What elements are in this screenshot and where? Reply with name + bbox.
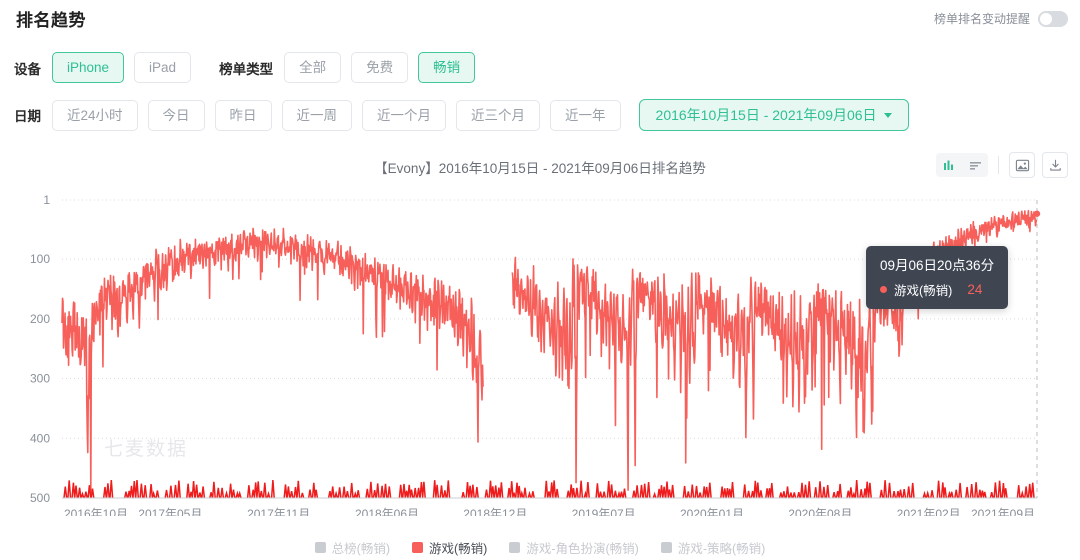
hovered-data-point bbox=[1033, 210, 1041, 217]
legend-swatch bbox=[412, 542, 423, 553]
device-option-ipad[interactable]: iPad bbox=[134, 52, 192, 83]
legend-item-games-rpg-grossing[interactable]: 游戏-角色扮演(畅销) bbox=[509, 538, 639, 557]
chart-legend: 总榜(畅销) 游戏(畅销) 游戏-角色扮演(畅销) 游戏-策略(畅销) bbox=[0, 538, 1080, 557]
x-axis-tick: 2018年12月 bbox=[463, 507, 527, 516]
legend-swatch bbox=[509, 542, 521, 553]
legend-label: 总榜(畅销) bbox=[331, 542, 390, 556]
date-option-last-3-months[interactable]: 近三个月 bbox=[456, 99, 541, 131]
x-axis-tick: 2021年09月 bbox=[971, 507, 1035, 516]
date-range-picker[interactable]: 2016年10月15日 - 2021年09月06日 bbox=[638, 99, 909, 131]
x-axis-tick: 2021年02月 bbox=[897, 507, 961, 516]
y-axis-tick: 400 bbox=[30, 431, 50, 445]
list-type-label: 榜单类型 bbox=[219, 61, 274, 77]
date-label: 日期 bbox=[14, 109, 41, 124]
legend-item-games-strategy-grossing[interactable]: 游戏-策略(畅销) bbox=[660, 538, 766, 557]
x-axis-tick: 2020年08月 bbox=[788, 507, 852, 516]
x-axis-tick: 2019年07月 bbox=[572, 507, 636, 516]
chevron-down-icon bbox=[883, 113, 892, 118]
chart-tooltip: 09月06日20点36分 游戏(畅销) 24 bbox=[866, 246, 1009, 309]
tooltip-series-dot bbox=[880, 286, 887, 293]
tooltip-series-row: 游戏(畅销) 24 bbox=[880, 280, 994, 299]
rank-trend-chart[interactable]: 1 100 200 300 400 500 2016年10月 2017年05月 2017年11月… bbox=[0, 186, 1080, 521]
off-chart-rank-markers bbox=[63, 479, 1035, 499]
date-option-yesterday[interactable]: 昨日 bbox=[214, 99, 272, 131]
watermark: 七麦数据 bbox=[104, 439, 189, 460]
x-axis-tick: 2018年06月 bbox=[355, 507, 419, 516]
chart-view-segmented-control bbox=[936, 153, 988, 177]
legend-item-total-grossing[interactable]: 总榜(畅销) bbox=[314, 538, 390, 557]
legend-swatch bbox=[314, 542, 326, 553]
legend-label: 游戏(畅销) bbox=[429, 542, 488, 556]
rank-alert-label: 榜单排名变动提醒 bbox=[933, 12, 1030, 26]
rank-alert-control: 榜单排名变动提醒 bbox=[934, 10, 1068, 27]
tooltip-series-name: 游戏(畅销) bbox=[894, 284, 953, 298]
y-axis-tick: 1 bbox=[43, 193, 50, 207]
legend-item-games-grossing[interactable]: 游戏(畅销) bbox=[412, 538, 487, 557]
y-axis-tick: 100 bbox=[30, 252, 50, 266]
date-option-last-month[interactable]: 近一个月 bbox=[362, 99, 447, 131]
y-axis-tick: 200 bbox=[30, 312, 50, 326]
legend-label: 游戏-策略(畅销) bbox=[677, 542, 766, 556]
x-axis-tick: 2017年11月 bbox=[247, 507, 310, 516]
download-icon[interactable] bbox=[1042, 152, 1068, 178]
bar-chart-icon[interactable] bbox=[936, 153, 962, 177]
list-type-option-free[interactable]: 免费 bbox=[351, 52, 409, 83]
rank-alert-toggle[interactable] bbox=[1038, 10, 1068, 27]
page-title: 排名趋势 bbox=[16, 11, 86, 30]
date-option-last-year[interactable]: 近一年 bbox=[550, 99, 621, 131]
filter-row-device-type: 设备 iPhone iPad 榜单类型 全部 免费 畅销 bbox=[14, 52, 485, 83]
list-type-option-all[interactable]: 全部 bbox=[284, 52, 342, 83]
date-option-today[interactable]: 今日 bbox=[147, 99, 205, 131]
chart-canvas: 1 100 200 300 400 500 2016年10月 2017年05月 2017年11月… bbox=[30, 193, 1041, 521]
toggle-knob bbox=[1040, 12, 1052, 25]
tooltip-series-value: 24 bbox=[967, 282, 983, 297]
device-option-iphone[interactable]: iPhone bbox=[52, 52, 125, 83]
list-icon[interactable] bbox=[962, 153, 988, 177]
legend-label: 游戏-角色扮演(畅销) bbox=[526, 542, 639, 556]
x-axis-tick: 2016年10月 bbox=[64, 507, 128, 516]
x-axis-tick: 2017年05月 bbox=[138, 507, 202, 516]
tooltip-title: 09月06日20点36分 bbox=[880, 258, 995, 273]
list-type-option-grossing[interactable]: 畅销 bbox=[418, 52, 476, 83]
legend-swatch bbox=[660, 542, 672, 553]
date-option-last-week[interactable]: 近一周 bbox=[281, 99, 353, 131]
x-axis-tick: 2020年01月 bbox=[680, 507, 744, 516]
device-label: 设备 bbox=[14, 61, 41, 77]
date-option-last-24h[interactable]: 近24小时 bbox=[52, 99, 138, 131]
chart-title: 【Evony】2016年10月15日 - 2021年09月06日排名趋势 bbox=[374, 161, 706, 176]
date-range-value: 2016年10月15日 - 2021年09月06日 bbox=[655, 107, 877, 123]
image-export-icon[interactable] bbox=[1009, 152, 1035, 178]
filter-row-date: 日期 近24小时 今日 昨日 近一周 近一个月 近三个月 近一年 2016年10… bbox=[14, 99, 919, 131]
toolbar-divider bbox=[998, 156, 999, 174]
chart-toolbar bbox=[936, 152, 1068, 178]
y-axis-tick: 500 bbox=[30, 491, 50, 505]
y-axis-tick: 300 bbox=[30, 372, 50, 386]
